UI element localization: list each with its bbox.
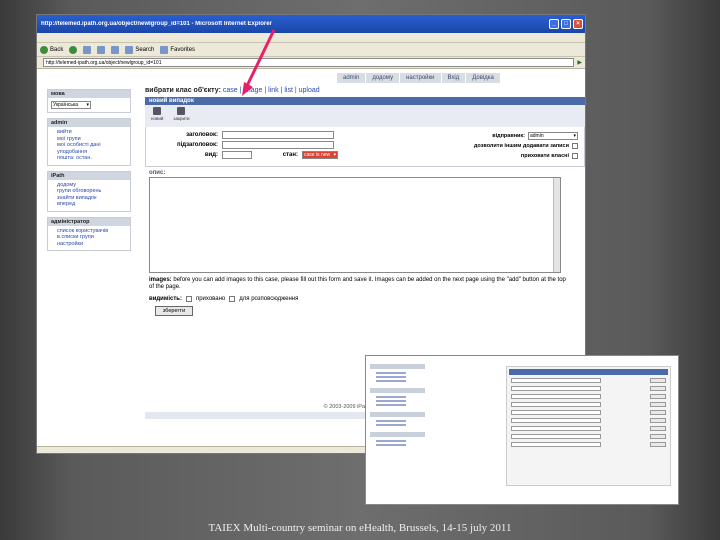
ipath-box: iPath додому групи обговорень знайти вип… [47,170,131,212]
star-icon [160,45,169,54]
chevron-down-icon: ▾ [86,102,89,108]
visibility-label: видимість: [149,296,182,302]
status-select[interactable]: case is new ▾ [302,151,338,159]
view-field[interactable] [222,151,252,159]
description-scrollbar[interactable] [553,178,560,272]
distribution-label: для розповсюдження [239,296,299,302]
minimize-button[interactable]: _ [549,19,559,29]
chevron-down-icon: ▾ [573,133,576,139]
allow-others-label: дозволити іншим додавати записи [473,143,569,149]
sidebar-item-mail[interactable]: пошта: остан. [57,155,127,162]
title-bar: http://telemed.ipath.org.ua/object/newlg… [37,15,585,33]
subtitle-label: підзаголовок: [176,142,218,148]
thumbnail-sidebar [370,364,425,448]
home-button[interactable] [111,45,120,54]
forward-button[interactable] [69,45,78,54]
back-button[interactable]: Back [40,45,63,54]
description-label: опис: [149,170,166,176]
images-note: images: before you can add images to thi… [149,277,566,290]
top-nav: admin додому настройки Вхід Довідка [337,73,501,83]
refresh-button[interactable] [97,45,106,54]
search-icon [125,45,134,54]
sidebar-item-settings[interactable]: настройки [57,241,127,248]
window-title: http://telemed.ipath.org.ua/object/newlg… [41,21,272,27]
favorites-button[interactable]: Favorites [160,45,195,54]
case-form: заголовок: підзаголовок: вид: стан: case… [145,127,585,167]
case-options: відправник: admin ▾ дозволити іншим додав… [418,131,578,161]
refresh-icon [97,45,106,54]
close-icon [177,107,186,115]
go-button[interactable]: ▶ [577,59,582,66]
title-label: заголовок: [186,132,218,138]
thumbnail-form [506,366,671,486]
home-icon [111,45,120,54]
nav-help[interactable]: Довідка [466,73,501,83]
language-box: мова Українська ▾ [47,89,131,113]
maximize-button[interactable]: □ [561,19,571,29]
panel-title: новий випадок [145,97,585,105]
stop-icon [83,45,92,54]
sender-select[interactable]: admin ▾ [528,132,578,140]
address-input[interactable]: http://telemed-ipath.org.ua/object/newlg… [43,58,575,67]
language-select[interactable]: Українська ▾ [51,101,91,109]
subtitle-field[interactable] [222,141,334,149]
object-class-options[interactable]: case | image | link | list | upload [223,87,320,94]
status-label: стан: [282,152,298,158]
new-button[interactable]: новий [151,107,163,125]
save-button[interactable]: зберегти [155,306,193,316]
administrator-box-title: адміністратор [48,217,130,226]
sender-label: відправник: [492,133,525,139]
forward-icon [69,45,78,54]
hidden-checkbox[interactable] [185,296,192,302]
ipath-box-title: iPath [48,171,130,180]
description-textarea[interactable] [149,177,561,273]
close-case-button[interactable]: закрити [173,107,190,125]
chevron-down-icon: ▾ [333,152,336,158]
admin-box: admin вийти мої групи мої особисті дані … [47,118,131,166]
hide-own-label: приховати власні [520,153,569,159]
object-class-chooser: вибрати клас об'єкту: case | image | lin… [145,87,320,94]
search-button[interactable]: Search [125,45,154,54]
distribution-checkbox[interactable] [229,296,236,302]
visibility-row: видимість: приховано для розповсюдження [149,296,585,302]
nav-admin[interactable]: admin [337,73,367,83]
sidebar: мова Українська ▾ admin вийти мої групи м… [47,89,131,256]
case-page-thumbnail [365,355,679,505]
view-label: вид: [204,152,218,158]
title-field[interactable] [222,131,334,139]
new-icon [153,107,162,115]
allow-others-checkbox[interactable] [572,143,578,149]
sidebar-item-forward[interactable]: вперед [57,201,127,208]
nav-login[interactable]: Вхід [441,73,467,83]
slide-caption: TAIEX Multi-country seminar on eHealth, … [208,522,512,534]
admin-box-title: admin [48,119,130,127]
stop-button[interactable] [83,45,92,54]
panel-icons: новий закрити [145,105,585,127]
hidden-label: приховано [195,296,226,302]
browser-toolbar: Back Search Favorites [37,43,585,57]
hide-own-checkbox[interactable] [572,153,578,159]
menu-bar [37,33,585,43]
main-content: вибрати клас об'єкту: case | image | lin… [145,87,585,316]
back-icon [40,45,48,54]
close-button[interactable]: × [573,19,583,29]
nav-home[interactable]: додому [366,73,401,83]
administrator-box: адміністратор список користувачів в.спис… [47,216,131,251]
language-box-head: мова [48,90,130,98]
nav-settings[interactable]: настройки [400,73,442,83]
address-bar: http://telemed-ipath.org.ua/object/newlg… [37,57,585,69]
